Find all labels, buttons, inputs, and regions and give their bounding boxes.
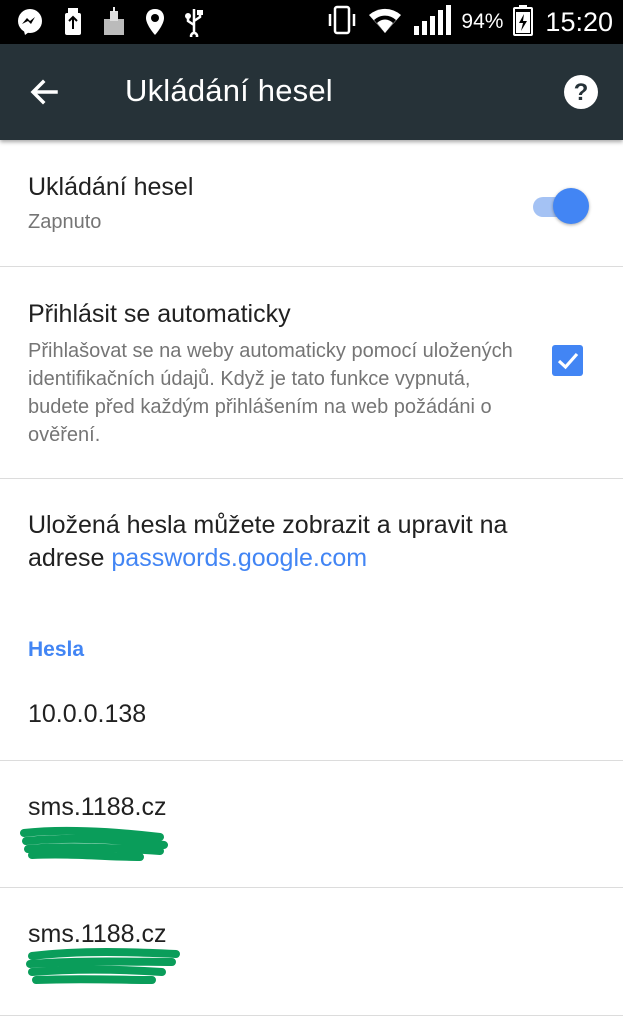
auto-signin-description: Přihlašovat se na weby automaticky pomoc…: [28, 340, 513, 446]
wifi-icon: [367, 5, 403, 40]
status-bar-right: 94% 15:20: [327, 0, 613, 44]
password-entry[interactable]: sms.1188.cz: [0, 761, 623, 888]
svg-text:?: ?: [574, 79, 589, 106]
help-icon: ?: [564, 75, 598, 109]
help-button[interactable]: ?: [561, 72, 601, 112]
password-entry-site: sms.1188.cz: [28, 793, 167, 821]
checkmark-icon: [557, 352, 578, 369]
back-button[interactable]: [22, 70, 66, 114]
passwords-section-header: Hesla: [28, 638, 85, 661]
save-passwords-status: Zapnuto: [28, 211, 102, 233]
redaction-scribble: [20, 826, 168, 861]
messenger-icon: [16, 8, 44, 36]
status-bar: 94% 15:20: [0, 0, 623, 44]
save-passwords-toggle[interactable]: [533, 188, 589, 224]
status-bar-left-icons: [16, 6, 204, 38]
page-title: Ukládání hesel: [125, 73, 333, 108]
auto-signin-checkbox[interactable]: [552, 345, 583, 376]
vibrate-icon: [327, 4, 357, 41]
auto-signin-title: Přihlásit se automaticky: [28, 300, 291, 328]
redaction-scribble: [26, 948, 180, 984]
arrow-back-icon: [30, 79, 58, 105]
battery-charging-icon: [513, 4, 534, 41]
password-entry[interactable]: 10.0.0.138: [0, 672, 623, 761]
password-entry[interactable]: sms.1188.cz: [0, 888, 623, 1016]
passwords-link[interactable]: passwords.google.com: [111, 544, 367, 572]
toggle-thumb: [553, 188, 589, 224]
password-entry-site: 10.0.0.138: [28, 700, 147, 728]
app-toolbar: Ukládání hesel ?: [0, 44, 623, 140]
save-passwords-title: Ukládání hesel: [28, 173, 194, 201]
app-icon: [102, 7, 126, 37]
save-passwords-setting[interactable]: Ukládání hesel Zapnuto: [0, 140, 623, 267]
passwords-info-text: Uložená hesla můžete zobrazit a upravit …: [28, 509, 588, 575]
signal-icon: [413, 4, 452, 41]
usb-icon: [184, 7, 204, 37]
location-icon: [144, 7, 166, 37]
clock: 15:20: [545, 6, 613, 37]
auto-signin-setting[interactable]: Přihlásit se automaticky Přihlašovat se …: [0, 267, 623, 479]
password-entry-site: sms.1188.cz: [28, 920, 167, 948]
battery-percent: 94%: [461, 10, 504, 33]
usb-storage-icon: [62, 7, 84, 37]
